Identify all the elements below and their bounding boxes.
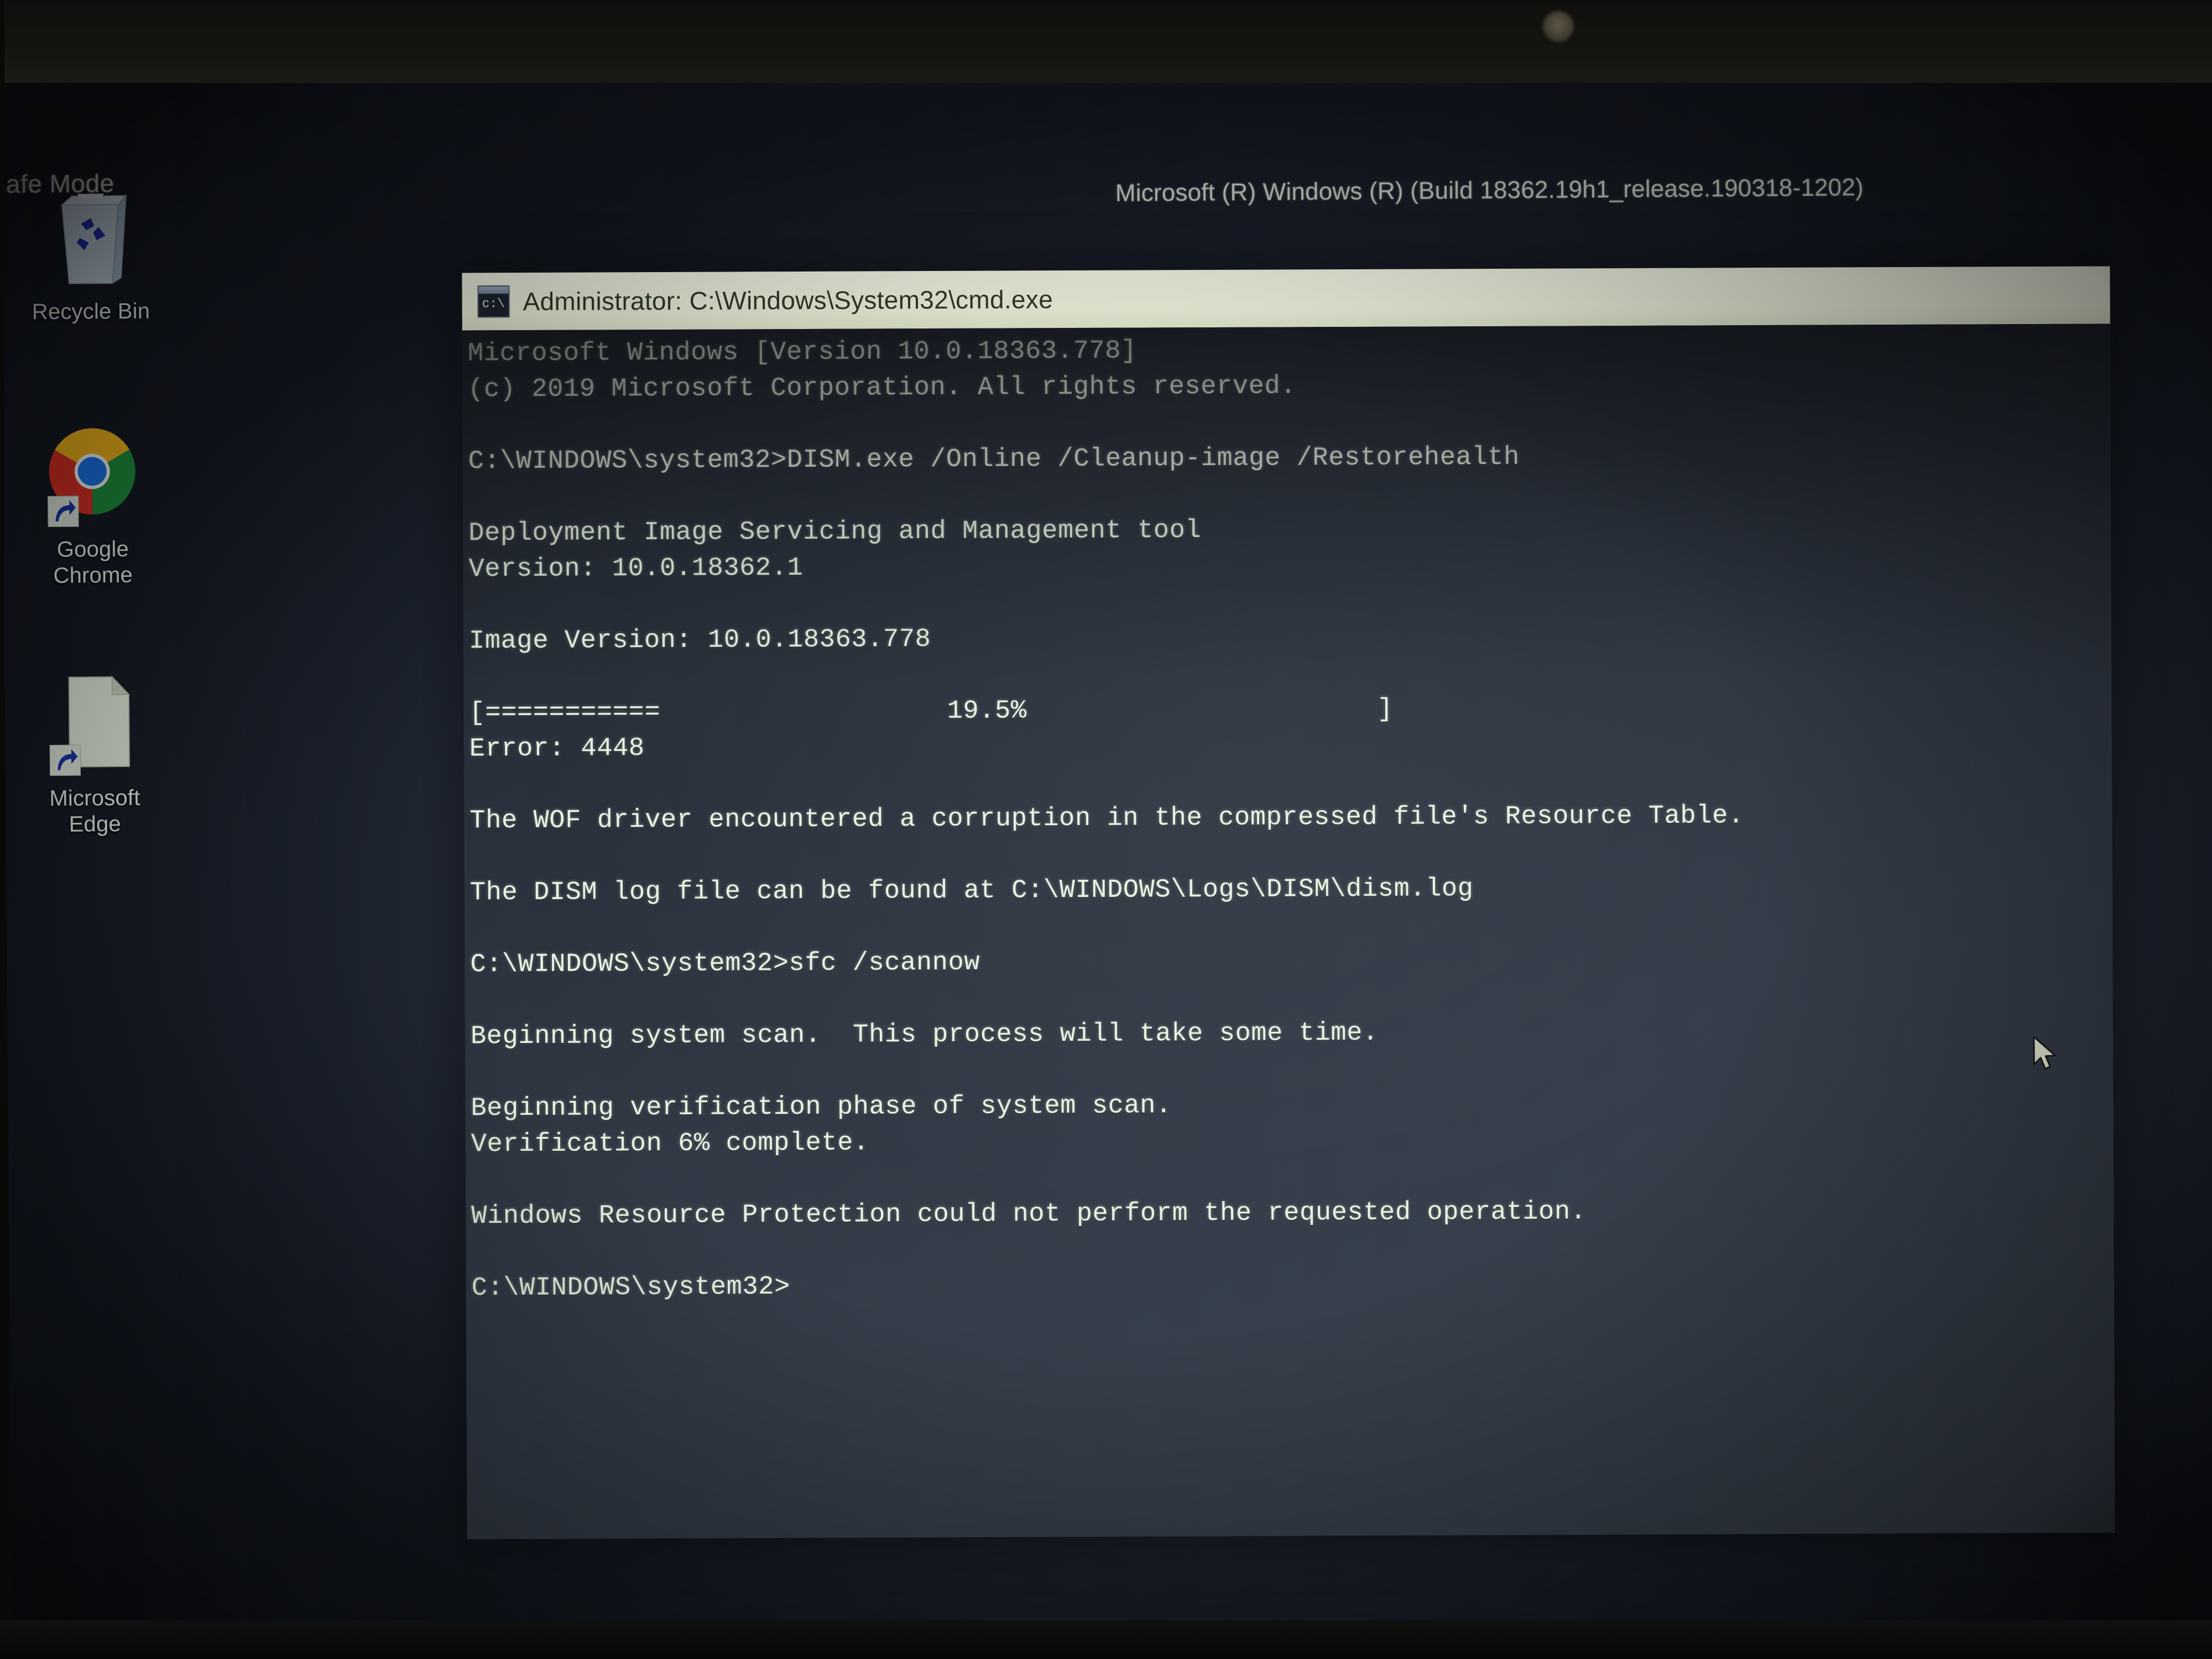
desktop-screen: Safe Mode Microsoft (R) Windows (R) (Bui… [0,52,2212,1651]
desktop-icon-label: Recycle Bin [32,299,150,325]
cmd-console-icon [477,285,510,318]
arrow-cursor [2032,1035,2059,1074]
desktop-icon-recycle-bin[interactable]: Recycle Bin [4,184,177,326]
laptop-bezel-top [0,0,2212,83]
console-text: Microsoft Windows [Version 10.0.18363.77… [467,336,1744,1303]
laptop-photo: Safe Mode Microsoft (R) Windows (R) (Bui… [0,0,2212,1659]
desktop-icon-label: Google Chrome [53,536,133,588]
google-chrome-icon [45,422,139,528]
desktop-icon-microsoft-edge[interactable]: Microsoft Edge [8,671,181,838]
window-title: Administrator: C:\Windows\System32\cmd.e… [523,285,1053,316]
console-output-area[interactable]: Microsoft Windows [Version 10.0.18363.77… [462,324,2115,1540]
window-titlebar[interactable]: Administrator: C:\Windows\System32\cmd.e… [462,266,2110,331]
command-prompt-window[interactable]: Administrator: C:\Windows\System32\cmd.e… [462,266,2115,1540]
generic-document-icon [47,671,142,777]
laptop-bezel-bottom [0,1620,2212,1659]
laptop-bezel-left [0,0,4,1659]
windows-build-watermark: Microsoft (R) Windows (R) (Build 18362.1… [1115,174,1864,207]
webcam-lens [1543,11,1574,42]
shortcut-overlay-icon [49,744,81,776]
desktop-icon-google-chrome[interactable]: Google Chrome [6,422,179,589]
recycle-bin-icon [43,185,138,290]
shortcut-overlay-icon [48,495,79,528]
desktop-icon-label: Microsoft Edge [49,785,140,837]
